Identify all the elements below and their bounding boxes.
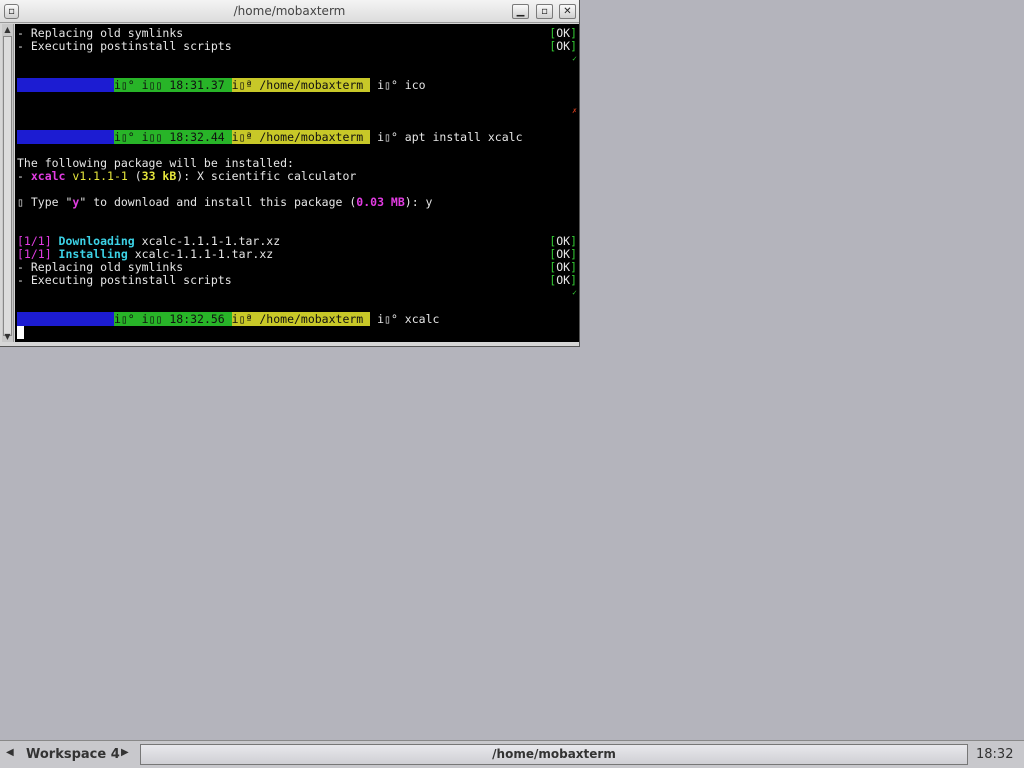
- mark-icon: ✓: [572, 288, 577, 297]
- scrollbar[interactable]: ▲ ▼: [2, 24, 14, 342]
- prompt-line: i▯° i▯▯ 18:32.56 i▯ª /home/mobaxterm i▯°…: [17, 312, 439, 326]
- prompt-line: i▯° i▯▯ 18:32.44 i▯ª /home/mobaxterm i▯°…: [17, 130, 523, 144]
- package-line: - xcalc v1.1.1-1 (33 kB): X scientific c…: [17, 169, 357, 183]
- terminal-line: - Executing postinstall scripts: [17, 39, 232, 53]
- window-title: /home/mobaxterm: [233, 4, 346, 18]
- ok-status: [OK]: [549, 39, 577, 53]
- confirm-line: ▯ Type "y" to download and install this …: [17, 195, 433, 209]
- prompt-line: i▯° i▯▯ 18:31.37 i▯ª /home/mobaxterm i▯°…: [17, 78, 426, 92]
- maximize-button[interactable]: ▫: [536, 4, 553, 19]
- terminal-window[interactable]: ▫ /home/mobaxterm ▁ ▫ ✕ ▲ ▼ - Replacing …: [0, 0, 580, 347]
- taskbar-window-button[interactable]: /home/mobaxterm: [140, 744, 968, 765]
- taskbar: ◀ Workspace 4 ▶ /home/mobaxterm 18:32: [0, 740, 1024, 768]
- next-workspace-icon[interactable]: ▶: [121, 747, 129, 758]
- prev-workspace-icon[interactable]: ◀: [6, 747, 14, 758]
- mark-icon: ✓: [572, 54, 577, 63]
- close-button[interactable]: ✕: [559, 4, 576, 19]
- scroll-up-icon[interactable]: ▲: [2, 24, 13, 35]
- terminal-line: - Executing postinstall scripts: [17, 273, 232, 287]
- terminal-output[interactable]: - Replacing old symlinks [OK] - Executin…: [15, 24, 579, 342]
- text-cursor: [17, 326, 24, 339]
- mark-icon: ✗: [572, 106, 577, 115]
- scroll-down-icon[interactable]: ▼: [2, 331, 13, 342]
- minimize-button[interactable]: ▁: [512, 4, 529, 19]
- clock: 18:32: [976, 747, 1014, 762]
- workspace-label[interactable]: Workspace 4: [26, 747, 120, 762]
- scrollbar-thumb[interactable]: [3, 36, 12, 336]
- ok-status: [OK]: [549, 273, 577, 287]
- title-bar[interactable]: ▫ /home/mobaxterm ▁ ▫ ✕: [0, 0, 579, 23]
